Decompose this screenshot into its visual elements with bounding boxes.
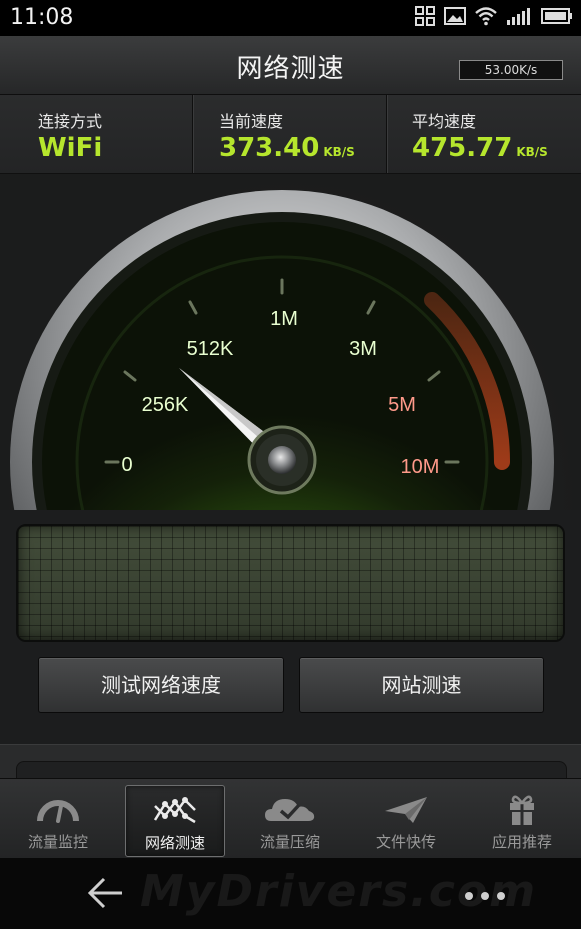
gift-icon <box>510 795 534 825</box>
average-speed-value: 475.77 <box>412 133 513 163</box>
speedometer-icon <box>37 800 79 823</box>
connection-type-value: WiFi <box>38 133 103 163</box>
average-speed-unit: KB/S <box>516 145 548 159</box>
gauge-label-3m: 3M <box>349 338 377 360</box>
more-dots-icon[interactable] <box>464 891 506 901</box>
gauge-label-256k: 256K <box>142 394 189 416</box>
tab-label: 网络测速 <box>144 834 205 852</box>
tab-traffic-compression[interactable]: 流量压缩 <box>241 785 339 855</box>
tab-app-recommendations[interactable]: 应用推荐 <box>473 785 571 855</box>
back-arrow-icon[interactable] <box>86 876 126 910</box>
wifi-icon <box>475 7 497 26</box>
speed-gauge: 0 256K 512K 1M 3M 5M 10M <box>0 174 581 510</box>
current-speed-value-group: 373.40 KB/S <box>219 133 355 163</box>
tab-network-speed-test[interactable]: 网络测速 <box>125 785 225 857</box>
current-speed-label: 当前速度 <box>219 112 284 131</box>
speed-history-graph <box>16 524 565 642</box>
gauge-label-1m: 1M <box>270 308 298 330</box>
bottom-tab-bar: 流量监控 网络测速 流量压缩 文件快传 应用推荐 <box>0 778 581 858</box>
realtime-speed-readout: 53.00K/s <box>459 60 563 80</box>
cloud-check-icon <box>265 799 315 821</box>
apps-icon <box>415 6 435 26</box>
average-speed-stat: 平均速度 475.77 KB/S <box>386 95 581 173</box>
status-bar: 11:08 <box>0 0 581 36</box>
title-bar: 网络测速 53.00K/s <box>0 36 581 95</box>
status-time: 11:08 <box>10 5 74 30</box>
battery-icon <box>541 8 572 24</box>
tab-traffic-monitor[interactable]: 流量监控 <box>9 785 107 855</box>
connection-type-label: 连接方式 <box>38 112 103 131</box>
tab-label: 应用推荐 <box>491 833 552 851</box>
image-icon <box>444 7 466 25</box>
stats-panel: 连接方式 WiFi 当前速度 373.40 KB/S 平均速度 475.77 KB/… <box>0 95 581 174</box>
system-nav-bar: MyDrivers.com <box>0 858 581 929</box>
network-graph-icon <box>153 797 196 824</box>
current-speed-stat: 当前速度 373.40 KB/S <box>192 95 386 173</box>
gauge-dial: 0 256K 512K 1M 3M 5M 10M <box>10 190 554 510</box>
website-speed-test-button[interactable]: 网站测速 <box>299 657 544 713</box>
current-speed-unit: KB/S <box>323 145 355 159</box>
gauge-label-512k: 512K <box>187 338 234 360</box>
current-speed-value: 373.40 <box>219 133 320 163</box>
tab-label: 流量压缩 <box>259 833 320 851</box>
gauge-label-0: 0 <box>121 454 132 476</box>
average-speed-label: 平均速度 <box>412 112 477 131</box>
signal-icon <box>507 8 530 25</box>
gauge-label-10m: 10M <box>401 456 440 478</box>
paper-plane-icon <box>385 797 427 823</box>
tab-label: 文件快传 <box>375 833 436 851</box>
gauge-label-5m: 5M <box>388 394 416 416</box>
connection-type-stat: 连接方式 WiFi <box>38 95 188 173</box>
tab-file-transfer[interactable]: 文件快传 <box>357 785 455 855</box>
lower-panel <box>0 744 581 785</box>
test-network-speed-button[interactable]: 测试网络速度 <box>38 657 284 713</box>
average-speed-value-group: 475.77 KB/S <box>412 133 548 163</box>
tab-label: 流量监控 <box>27 833 88 851</box>
